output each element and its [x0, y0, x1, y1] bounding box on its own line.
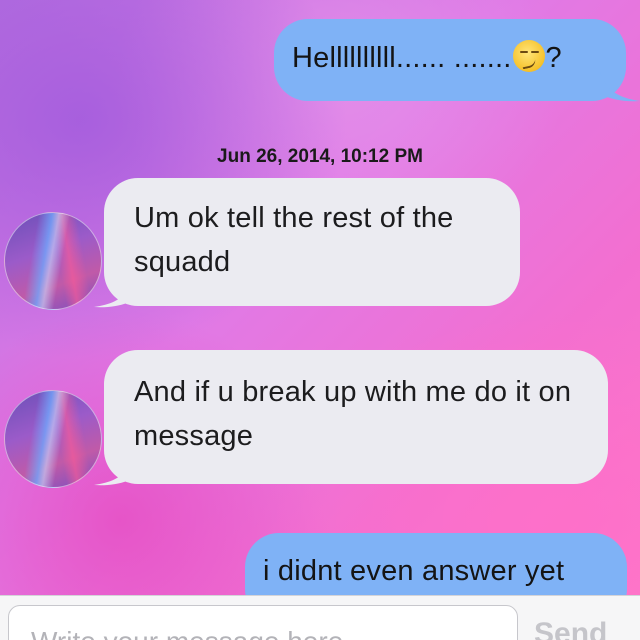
message-text: Hellllllllll...... ....... [292, 42, 512, 74]
message-text: And if u break up with me do it on messa… [134, 376, 572, 452]
message-input[interactable] [8, 605, 518, 640]
message-text: i didnt even answer yet [263, 555, 565, 587]
contact-avatar[interactable] [4, 212, 102, 310]
received-bubble-tail [94, 456, 134, 486]
contact-avatar[interactable] [4, 390, 102, 488]
conversation-timestamp: Jun 26, 2014, 10:12 PM [217, 146, 423, 167]
received-message-bubble[interactable]: And if u break up with me do it on messa… [104, 350, 608, 484]
message-composer: Send [0, 595, 640, 640]
received-message-bubble[interactable]: Um ok tell the rest of the squadd [104, 178, 520, 306]
message-text-suffix: ? [545, 42, 562, 74]
send-button[interactable]: Send [534, 614, 607, 640]
sent-bubble-tail [600, 72, 640, 102]
smirking-face-emoji-icon [512, 40, 545, 72]
received-bubble-tail [94, 278, 134, 308]
sent-message-bubble[interactable]: Hellllllllll...... .......? [274, 19, 626, 101]
chat-screen: Hellllllllll...... .......? Jun 26, 2014… [0, 0, 640, 640]
message-text: Um ok tell the rest of the squadd [134, 202, 454, 278]
